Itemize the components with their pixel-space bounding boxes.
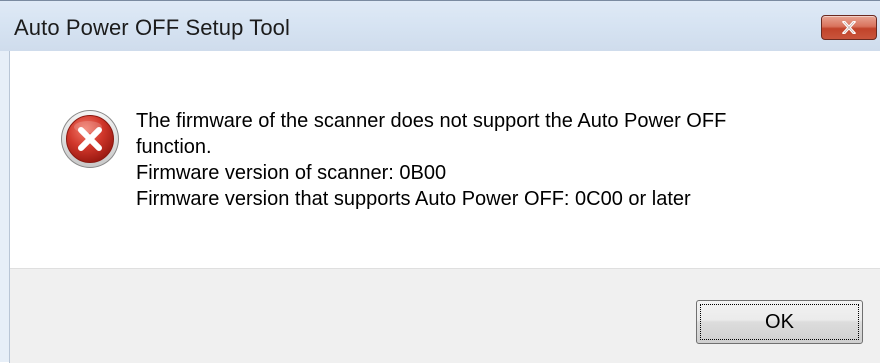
ok-button[interactable]: OK	[696, 300, 863, 344]
dialog-content: The firmware of the scanner does not sup…	[10, 51, 880, 363]
close-icon	[842, 21, 856, 34]
title-bar[interactable]: Auto Power OFF Setup Tool	[0, 1, 880, 51]
window-title: Auto Power OFF Setup Tool	[14, 15, 291, 40]
error-message: The firmware of the scanner does not sup…	[136, 108, 856, 212]
button-bar: OK	[10, 268, 880, 363]
ok-button-label: OK	[765, 311, 794, 333]
message-area: The firmware of the scanner does not sup…	[10, 51, 880, 268]
message-line: function.	[136, 136, 212, 158]
close-button[interactable]	[821, 15, 877, 40]
error-icon	[61, 110, 119, 168]
dialog-window: Auto Power OFF Setup Tool The firmware o…	[0, 0, 880, 363]
message-line: Firmware version of scanner: 0B00	[136, 162, 447, 184]
message-line: Firmware version that supports Auto Powe…	[136, 188, 691, 210]
message-line: The firmware of the scanner does not sup…	[136, 110, 727, 132]
